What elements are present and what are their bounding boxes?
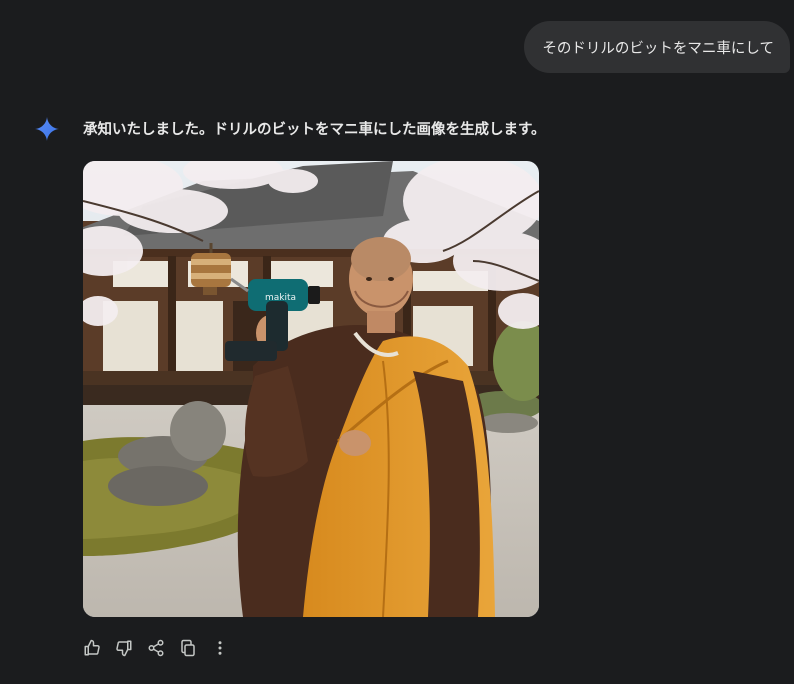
thumbs-down-icon[interactable]	[112, 636, 136, 660]
more-vert-icon[interactable]	[208, 636, 232, 660]
share-icon[interactable]	[144, 636, 168, 660]
drill-brand-label: makita	[265, 293, 296, 303]
user-message-bubble: そのドリルのビットをマニ車にして	[524, 21, 790, 73]
gemini-spark-icon	[35, 117, 59, 141]
user-message-text: そのドリルのビットをマニ車にして	[542, 40, 774, 57]
chat-page: そのドリルのビットをマニ車にして 承知いたしました。ドリルのビットをマニ車にした…	[0, 0, 794, 684]
copy-icon[interactable]	[176, 636, 200, 660]
generated-image[interactable]: makita	[83, 161, 539, 617]
assistant-reply-text: 承知いたしました。ドリルのビットをマニ車にした画像を生成します。	[83, 122, 546, 138]
response-actions	[80, 636, 232, 660]
thumbs-up-icon[interactable]	[80, 636, 104, 660]
